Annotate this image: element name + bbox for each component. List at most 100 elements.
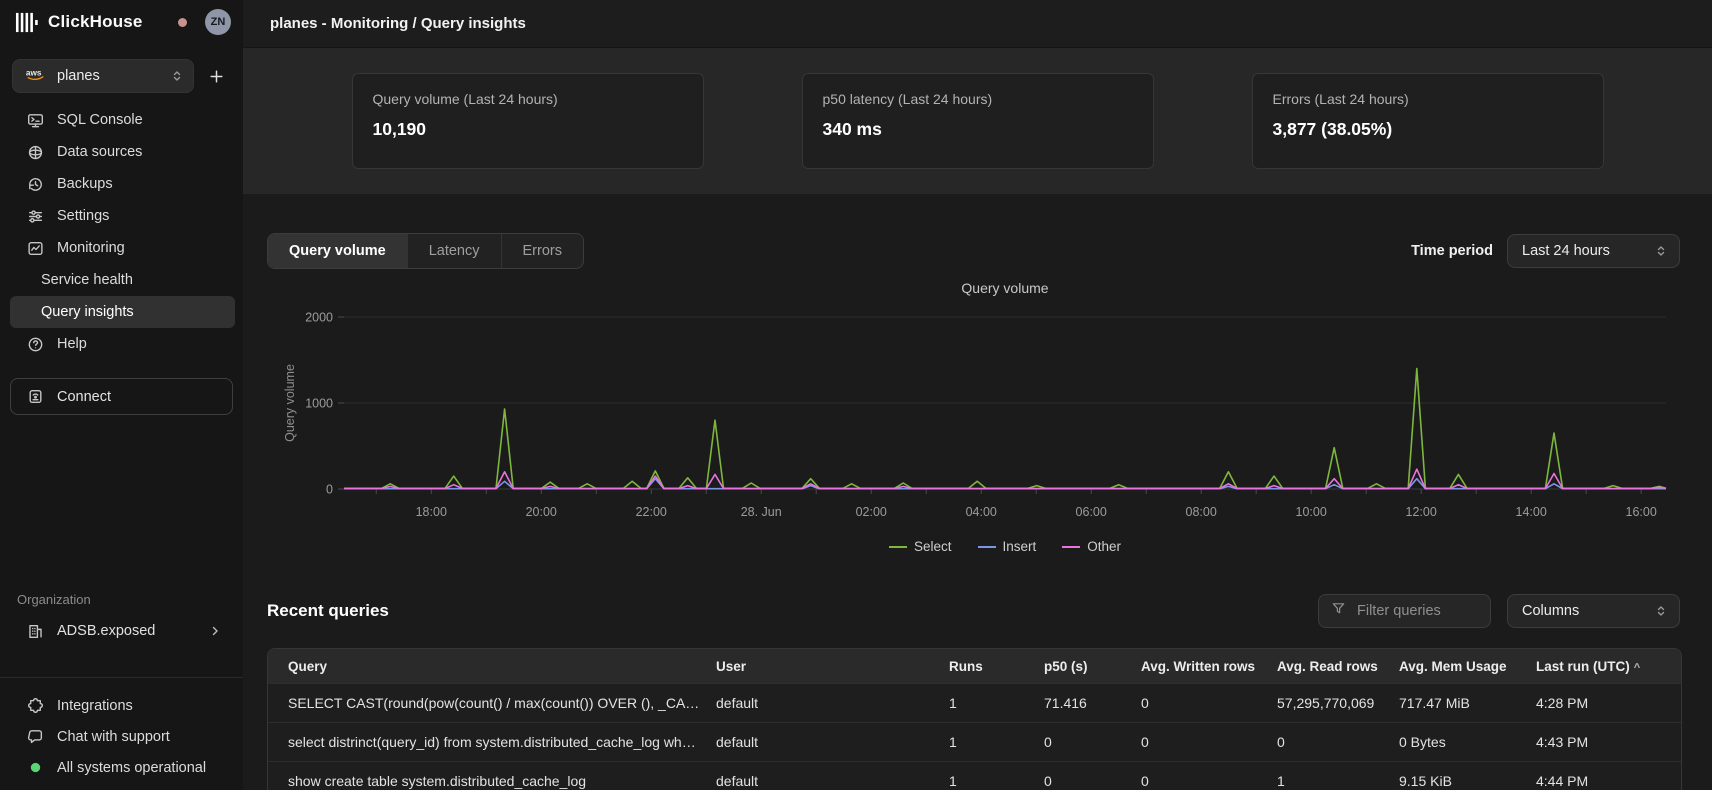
- time-period-select[interactable]: Last 24 hours: [1507, 234, 1680, 268]
- sidebar-item-sql-console[interactable]: SQL Console: [10, 104, 235, 136]
- service-name: planes: [57, 68, 100, 84]
- sidebar-item-label: Service health: [41, 272, 133, 288]
- tab-errors[interactable]: Errors: [501, 234, 583, 268]
- sidebar-item-chat-with-support[interactable]: Chat with support: [10, 721, 235, 752]
- table-cell: 9.15 KiB: [1399, 773, 1536, 789]
- sidebar-item-label: Help: [57, 336, 87, 352]
- table-cell: default: [716, 773, 949, 789]
- sidebar-item-backups[interactable]: Backups: [10, 168, 235, 200]
- stat-label: p50 latency (Last 24 hours): [823, 91, 1133, 107]
- svg-text:14:00: 14:00: [1516, 505, 1547, 519]
- legend-swatch: [978, 546, 996, 548]
- svg-text:08:00: 08:00: [1186, 505, 1217, 519]
- table-cell: 1: [949, 773, 1044, 789]
- sidebar-nav: SQL Console Data sources Backups Setting…: [10, 104, 235, 360]
- table-cell: select distrinct(query_id) from system.d…: [268, 734, 716, 750]
- sidebar-item-label: Monitoring: [57, 240, 125, 256]
- svg-text:28. Jun: 28. Jun: [741, 505, 782, 519]
- table-cell: 71.416: [1044, 695, 1141, 711]
- legend-label: Select: [914, 539, 952, 554]
- column-header-p50-s[interactable]: p50 (s): [1044, 659, 1141, 674]
- table-cell: 1: [1277, 773, 1399, 789]
- sidebar-item-service-health[interactable]: Service health: [10, 264, 235, 296]
- column-header-last-run-utc[interactable]: Last run (UTC)^: [1536, 659, 1681, 674]
- column-header-user[interactable]: User: [716, 659, 949, 674]
- chart-tabs: Query volumeLatencyErrors: [267, 233, 584, 269]
- sidebar-item-query-insights[interactable]: Query insights: [10, 296, 235, 328]
- table-row[interactable]: SELECT CAST(round(pow(count() / max(coun…: [268, 683, 1681, 722]
- monitoring-icon: [27, 240, 44, 257]
- columns-select[interactable]: Columns: [1507, 594, 1680, 628]
- sort-asc-icon: ^: [1634, 662, 1640, 674]
- content: Query volumeLatencyErrors Time period La…: [243, 194, 1712, 790]
- recent-controls: Columns: [1318, 594, 1680, 628]
- filter-queries-box[interactable]: [1318, 594, 1491, 628]
- svg-text:0: 0: [326, 483, 333, 497]
- aws-icon: aws: [25, 67, 47, 86]
- time-period-value: Last 24 hours: [1522, 243, 1610, 259]
- stat-card-errors-last-24-hours: Errors (Last 24 hours) 3,877 (38.05%): [1252, 73, 1604, 169]
- organization-item[interactable]: ADSB.exposed: [10, 614, 235, 648]
- main-area: planes - Monitoring / Query insights Que…: [243, 0, 1712, 790]
- service-selector[interactable]: aws planes: [12, 59, 194, 93]
- legend-item-other[interactable]: Other: [1062, 539, 1121, 554]
- sidebar-item-help[interactable]: Help: [10, 328, 235, 360]
- connect-button[interactable]: Connect: [10, 378, 233, 415]
- svg-text:20:00: 20:00: [526, 505, 557, 519]
- sidebar-item-monitoring[interactable]: Monitoring: [10, 232, 235, 264]
- table-row[interactable]: show create table system.distributed_cac…: [268, 761, 1681, 790]
- table-cell: 4:43 PM: [1536, 734, 1681, 750]
- sidebar-item-label: Query insights: [41, 304, 134, 320]
- sidebar-item-settings[interactable]: Settings: [10, 200, 235, 232]
- recent-queries-title: Recent queries: [267, 601, 389, 621]
- chevron-updown-icon: [1655, 245, 1667, 257]
- table-cell: 0: [1277, 734, 1399, 750]
- chart-title: Query volume: [344, 280, 1666, 296]
- svg-text:12:00: 12:00: [1406, 505, 1437, 519]
- page-title: planes - Monitoring / Query insights: [270, 15, 526, 32]
- sidebar-item-label: Chat with support: [57, 729, 170, 745]
- legend-item-select[interactable]: Select: [889, 539, 952, 554]
- table-cell: 0 Bytes: [1399, 734, 1536, 750]
- brand-name: ClickHouse: [48, 12, 143, 32]
- avatar[interactable]: ZN: [205, 9, 231, 35]
- data-sources-icon: [27, 144, 44, 161]
- tab-latency[interactable]: Latency: [407, 234, 501, 268]
- column-header-avg-written-rows[interactable]: Avg. Written rows: [1141, 659, 1277, 674]
- column-header-runs[interactable]: Runs: [949, 659, 1044, 674]
- svg-text:Query volume: Query volume: [283, 364, 297, 442]
- legend-item-insert[interactable]: Insert: [978, 539, 1037, 554]
- stat-card-p50-latency-last-24-hours: p50 latency (Last 24 hours) 340 ms: [802, 73, 1154, 169]
- filter-queries-input[interactable]: [1355, 602, 1467, 620]
- table-row[interactable]: select distrinct(query_id) from system.d…: [268, 722, 1681, 761]
- table-header-row: Query User Runs p50 (s) Avg. Written row…: [268, 649, 1681, 683]
- sidebar-item-label: Settings: [57, 208, 109, 224]
- column-header-avg-mem-usage[interactable]: Avg. Mem Usage: [1399, 659, 1536, 674]
- sidebar-item-data-sources[interactable]: Data sources: [10, 136, 235, 168]
- svg-text:18:00: 18:00: [416, 505, 447, 519]
- table-cell: 0: [1141, 734, 1277, 750]
- svg-text:1000: 1000: [305, 397, 333, 411]
- stat-label: Errors (Last 24 hours): [1273, 91, 1583, 107]
- sidebar-footer: Integrations Chat with support All syste…: [10, 690, 235, 783]
- chart-legend: Select Insert Other: [344, 539, 1666, 554]
- connect-icon: [27, 388, 44, 405]
- sidebar-item-all-systems-operational[interactable]: All systems operational: [10, 752, 235, 783]
- tab-query-volume[interactable]: Query volume: [268, 234, 407, 268]
- svg-text:2000: 2000: [305, 311, 333, 325]
- help-icon: [27, 336, 44, 353]
- column-header-query[interactable]: Query: [268, 659, 716, 674]
- chart-controls-row: Query volumeLatencyErrors Time period La…: [267, 233, 1680, 269]
- stat-value: 340 ms: [823, 119, 1133, 140]
- service-selector-row: aws planes: [12, 59, 235, 93]
- table-cell: 1: [949, 695, 1044, 711]
- stat-label: Query volume (Last 24 hours): [373, 91, 683, 107]
- series-other: [344, 469, 1666, 488]
- column-header-avg-read-rows[interactable]: Avg. Read rows: [1277, 659, 1399, 674]
- add-service-button[interactable]: [206, 66, 227, 87]
- table-cell: 57,295,770,069: [1277, 695, 1399, 711]
- chevron-right-icon: [209, 625, 221, 637]
- sidebar-item-integrations[interactable]: Integrations: [10, 690, 235, 721]
- stat-card-query-volume-last-24-hours: Query volume (Last 24 hours) 10,190: [352, 73, 704, 169]
- filter-icon: [1331, 601, 1346, 621]
